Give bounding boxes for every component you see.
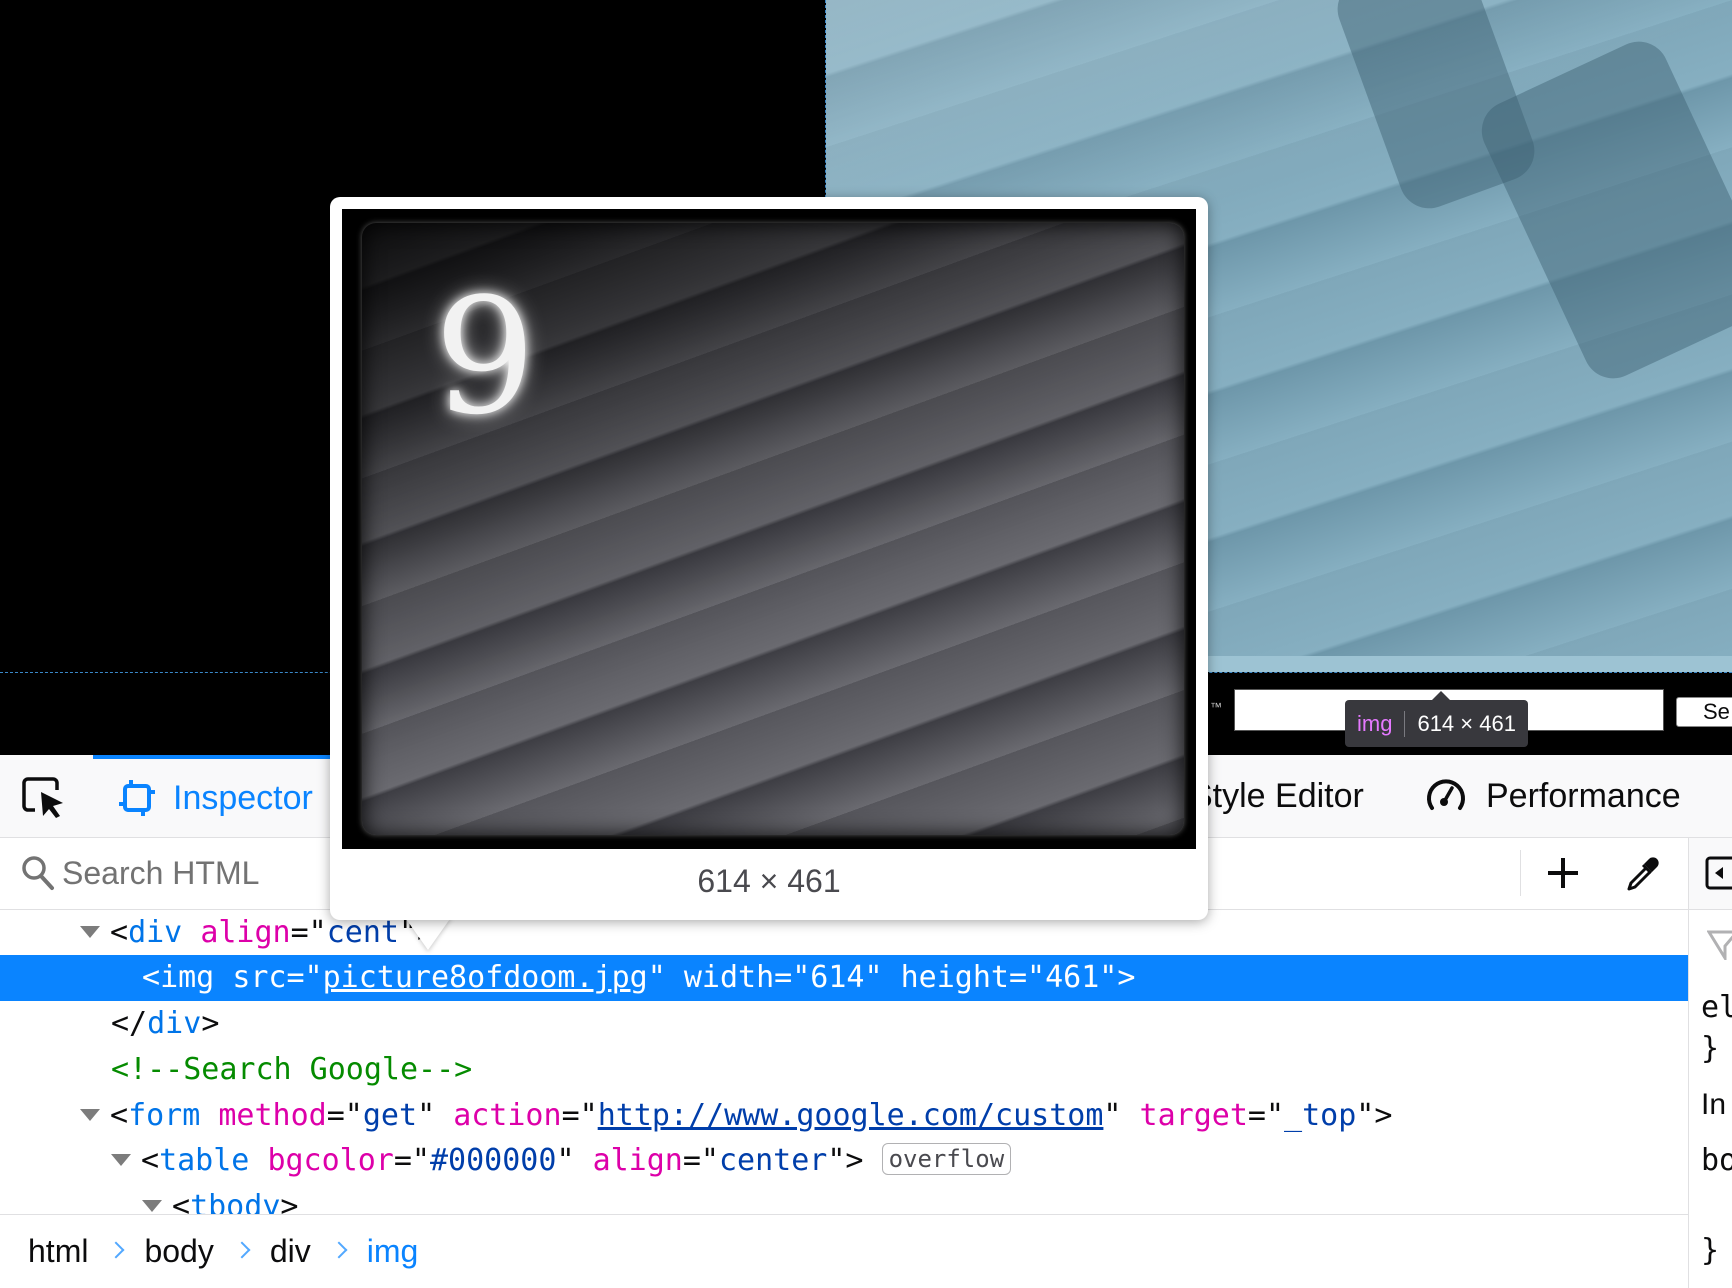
tab-inspector-label: Inspector bbox=[173, 778, 313, 817]
preview-dimensions: 614 × 461 bbox=[697, 863, 841, 899]
filter-icon bbox=[1707, 930, 1732, 960]
breadcrumb-body[interactable]: body bbox=[144, 1233, 213, 1270]
markup-line-form[interactable]: <form method="get" action="http://www.go… bbox=[0, 1093, 1688, 1139]
search-icon bbox=[22, 856, 54, 890]
sidebar-inherited-selector: bo bbox=[1701, 1143, 1732, 1178]
sidebar-rule-selector: el bbox=[1701, 990, 1732, 1025]
image-preview-tooltip: 9 614 × 461 bbox=[330, 197, 1208, 920]
expand-twisty-icon[interactable] bbox=[111, 1153, 131, 1166]
markup-line-comment[interactable]: <!--Search Google--> bbox=[0, 1047, 1688, 1093]
tab-inspector[interactable]: Inspector bbox=[93, 755, 333, 837]
sidebar-inherited-close: } bbox=[1701, 1233, 1720, 1268]
markup-line-table[interactable]: <table bgcolor="#000000" align="center">… bbox=[0, 1138, 1688, 1184]
breadcrumb: html body div img bbox=[0, 1214, 1688, 1288]
expand-twisty-icon[interactable] bbox=[80, 1108, 100, 1121]
expand-twisty-icon[interactable] bbox=[142, 1199, 162, 1212]
page-search-button[interactable]: Se bbox=[1676, 697, 1732, 727]
eyedropper-icon bbox=[1627, 857, 1659, 891]
sidebar-toggle[interactable] bbox=[1689, 838, 1732, 910]
eyedropper-button[interactable] bbox=[1618, 848, 1668, 898]
tab-performance[interactable]: Performance bbox=[1424, 755, 1681, 837]
markup-line-img-selected[interactable]: <img src="picture8ofdoom.jpg" width="614… bbox=[0, 955, 1688, 1001]
trademark-mark: ™ bbox=[1210, 700, 1222, 714]
breadcrumb-img[interactable]: img bbox=[367, 1233, 419, 1270]
performance-icon bbox=[1427, 779, 1465, 810]
infobar-tag: img bbox=[1357, 710, 1393, 736]
element-picker-icon bbox=[22, 777, 63, 818]
markup-line-tbody[interactable]: <tbody> bbox=[0, 1184, 1688, 1214]
preview-tooltip-arrow bbox=[404, 916, 452, 950]
infobar-dimensions: 614 × 461 bbox=[1417, 710, 1516, 736]
img-src-link[interactable]: picture8ofdoom.jpg bbox=[323, 960, 648, 995]
chevron-right-icon bbox=[107, 1241, 125, 1258]
sidebar-rule-close: } bbox=[1701, 1031, 1720, 1066]
chevron-right-icon bbox=[233, 1241, 251, 1258]
chevron-right-icon bbox=[330, 1241, 348, 1258]
tab-style-editor[interactable]: Style Editor bbox=[1190, 755, 1364, 837]
markup-line-div-close[interactable]: </div> bbox=[0, 1001, 1688, 1047]
sidebar-toggle-icon bbox=[1705, 856, 1732, 890]
tab-style-editor-label: Style Editor bbox=[1190, 776, 1364, 815]
breadcrumb-html[interactable]: html bbox=[28, 1233, 88, 1270]
expand-twisty-icon[interactable] bbox=[80, 925, 100, 938]
plus-icon bbox=[1548, 858, 1578, 888]
rules-sidebar: el } In bo } bbox=[1688, 838, 1732, 1288]
markup-view[interactable]: <div align="cent"> <img src="picture8ofd… bbox=[0, 910, 1688, 1214]
sidebar-inherited-heading: In bbox=[1701, 1088, 1727, 1121]
breadcrumb-div[interactable]: div bbox=[270, 1233, 311, 1270]
inspector-icon bbox=[119, 780, 155, 816]
preview-image: 9 bbox=[342, 209, 1196, 849]
preview-image-digit: 9 bbox=[434, 263, 536, 450]
search-divider bbox=[1520, 850, 1521, 896]
overflow-badge[interactable]: overflow bbox=[881, 1142, 1012, 1175]
form-action-link[interactable]: http://www.google.com/custom bbox=[598, 1098, 1104, 1133]
tab-performance-label: Performance bbox=[1486, 776, 1681, 815]
element-picker-button[interactable] bbox=[18, 773, 70, 823]
add-node-button[interactable] bbox=[1538, 848, 1588, 898]
node-infobar: img 614 × 461 bbox=[1345, 691, 1528, 747]
